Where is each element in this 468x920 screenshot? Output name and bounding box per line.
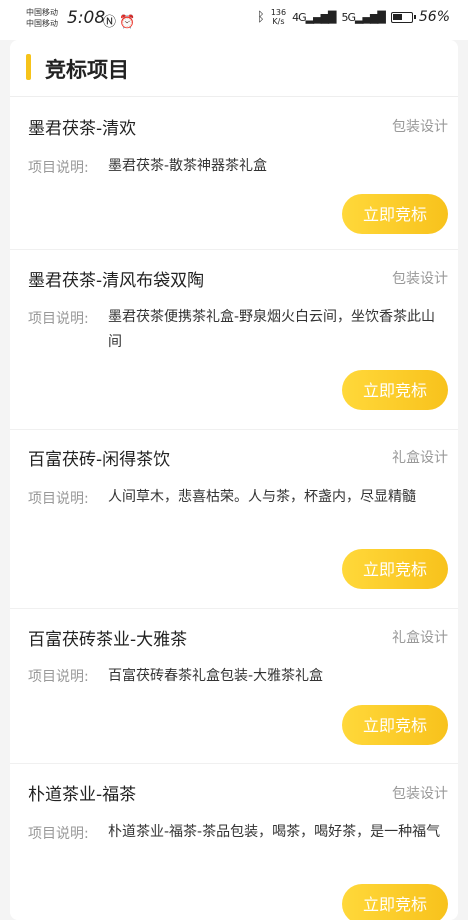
carrier-2: 中国移动 [26,19,58,28]
list-item: 百富茯砖茶业-大雅茶 礼盒设计 项目说明: 百富茯砖春茶礼盒包装-大雅茶礼盒 立… [10,609,458,764]
bid-button[interactable]: 立即竞标 [342,194,448,234]
section-accent-bar [26,54,31,80]
list-item: 墨君茯茶-清风布袋双陶 包装设计 项目说明: 墨君茯茶便携茶礼盒-野泉烟火白云间… [10,250,458,430]
desc-label: 项目说明: [28,491,89,507]
carrier-1: 中国移动 [26,8,58,17]
alarm-icon: ⏰ [119,15,139,30]
signal-4g-icon: 4G▂▄▆█ [292,10,336,24]
project-category: 礼盒设计 [392,450,448,466]
carrier-info: 中国移动 中国移动 [26,7,58,29]
project-category: 包装设计 [392,786,448,802]
bid-button[interactable]: 立即竞标 [342,884,448,920]
project-desc: 百富茯砖春茶礼盒包装-大雅茶礼盒 [108,668,324,684]
project-category: 包装设计 [392,271,448,287]
project-desc: 人间草木，悲喜枯荣。人与茶，杯盏内，尽显精髓 [108,489,416,505]
battery-percent: 56% [418,9,450,25]
net-speed: 136 K/s [270,8,287,26]
project-desc: 墨君茯茶-散茶神器茶礼盒 [108,158,268,174]
list-item: 朴道茶业-福茶 包装设计 项目说明: 朴道茶业-福茶-茶品包装，喝茶，喝好茶，是… [10,764,458,920]
bluetooth-icon: ᛒ [257,9,265,25]
project-category: 包装设计 [392,119,448,135]
project-title: 墨君茯茶-清欢 [28,119,137,139]
desc-label: 项目说明: [28,311,89,327]
clock: 5:08 [67,8,106,28]
project-desc: 墨君茯茶便携茶礼盒-野泉烟火白云间，坐饮香茶此山间 [108,309,436,350]
battery-icon [390,11,416,23]
bid-button[interactable]: 立即竞标 [342,549,448,589]
section-header: 竞标项目 [10,40,458,97]
bid-button[interactable]: 立即竞标 [342,705,448,745]
project-desc: 朴道茶业-福茶-茶品包装，喝茶，喝好茶，是一种福气 [108,824,441,840]
bid-projects-card: 竞标项目 墨君茯茶-清欢 包装设计 项目说明: 墨君茯茶-散茶神器茶礼盒 立即竞… [10,40,458,920]
desc-label: 项目说明: [28,826,89,842]
bid-button[interactable]: 立即竞标 [342,370,448,410]
desc-label: 项目说明: [28,669,89,685]
project-title: 朴道茶业-福茶 [28,785,137,805]
project-title: 墨君茯茶-清风布袋双陶 [28,271,205,291]
status-right: ᛒ 136 K/s 4G▂▄▆█ 5G▂▄▆█ 56% [257,8,450,26]
status-bar: 中国移动 中国移动 5:08 Ⓝ⏰ ᛒ 136 K/s 4G▂▄▆█ 5G▂▄▆… [0,0,468,40]
section-title: 竞标项目 [45,58,129,82]
list-item: 墨君茯茶-清欢 包装设计 项目说明: 墨君茯茶-散茶神器茶礼盒 立即竞标 [10,97,458,250]
signal-5g-icon: 5G▂▄▆█ [341,10,386,24]
nfc-icon: Ⓝ [103,15,120,30]
notification-icons: Ⓝ⏰ [103,11,138,30]
project-title: 百富茯砖-闲得茶饮 [28,450,171,470]
project-title: 百富茯砖茶业-大雅茶 [28,630,188,650]
project-category: 礼盒设计 [392,630,448,646]
list-item: 百富茯砖-闲得茶饮 礼盒设计 项目说明: 人间草木，悲喜枯荣。人与茶，杯盏内，尽… [10,430,458,609]
desc-label: 项目说明: [28,160,89,176]
